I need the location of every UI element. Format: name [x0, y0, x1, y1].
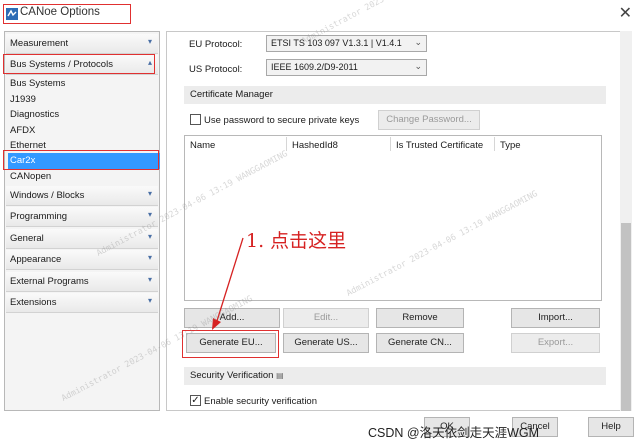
chevron-down-icon: ▾ [147, 253, 152, 262]
chevron-down-icon: ▾ [147, 232, 152, 241]
column-header-is-trusted[interactable]: Is Trusted Certificate [396, 140, 483, 151]
nav-category-label: Programming [10, 211, 68, 222]
step-annotation: 1. 点击这里 [246, 230, 347, 252]
use-password-checkbox[interactable] [190, 114, 201, 125]
column-header-type[interactable]: Type [500, 140, 521, 151]
import-button[interactable]: Import... [511, 308, 600, 328]
generate-cn-button[interactable]: Generate CN... [376, 333, 464, 353]
nav-category-windows-blocks[interactable]: Windows / Blocks ▾ [6, 186, 158, 206]
csdn-credit: CSDN @洛天依剑走天涯WGM [368, 426, 540, 440]
bus-systems-highlight-box [3, 54, 155, 74]
nav-item-bus-systems[interactable]: Bus Systems [10, 78, 65, 89]
eu-protocol-value: ETSI TS 103 097 V1.3.1 | V1.4.1 [271, 38, 402, 48]
security-verification-header: Security Verification ▤ [184, 367, 606, 385]
nav-category-programming[interactable]: Programming ▾ [6, 207, 158, 227]
nav-item-j1939[interactable]: J1939 [10, 94, 36, 105]
title-highlight-box [3, 4, 131, 24]
chevron-down-icon: ▾ [147, 210, 152, 219]
nav-category-measurement[interactable]: Measurement ▾ [6, 34, 158, 54]
close-icon[interactable]: ✕ [619, 3, 632, 23]
generate-us-button[interactable]: Generate US... [283, 333, 369, 353]
nav-category-label: Measurement [10, 38, 69, 49]
us-protocol-value: IEEE 1609.2/D9-2011 [271, 62, 358, 72]
column-header-name[interactable]: Name [190, 140, 215, 151]
edit-button[interactable]: Edit... [283, 308, 369, 328]
enable-security-checkbox[interactable]: ✓ [190, 395, 201, 406]
nav-category-label: Windows / Blocks [10, 190, 85, 201]
eu-protocol-dropdown[interactable]: ETSI TS 103 097 V1.3.1 | V1.4.1 ⌄ [266, 35, 427, 52]
remove-button[interactable]: Remove [376, 308, 464, 328]
nav-category-label: General [10, 233, 44, 244]
nav-category-label: Extensions [10, 297, 57, 308]
column-divider [390, 137, 391, 151]
nav-category-extensions[interactable]: Extensions ▾ [6, 293, 158, 313]
chevron-down-icon: ▾ [147, 296, 152, 305]
chevron-down-icon: ▾ [147, 275, 152, 284]
column-divider [286, 137, 287, 151]
car2x-highlight-box [3, 150, 159, 170]
us-protocol-label: US Protocol: [189, 64, 243, 75]
help-button[interactable]: Help [588, 417, 634, 437]
chevron-down-icon: ⌄ [414, 37, 422, 47]
us-protocol-dropdown[interactable]: IEEE 1609.2/D9-2011 ⌄ [266, 59, 427, 76]
nav-category-appearance[interactable]: Appearance ▾ [6, 250, 158, 270]
enable-security-label: Enable security verification [204, 396, 317, 407]
change-password-button[interactable]: Change Password... [378, 110, 480, 130]
column-divider [494, 137, 495, 151]
nav-item-canopen[interactable]: CANopen [10, 171, 51, 182]
info-icon: ▤ [276, 371, 284, 380]
use-password-label: Use password to secure private keys [204, 115, 360, 126]
nav-category-label: Appearance [10, 254, 62, 265]
scrollbar-thumb[interactable] [621, 223, 631, 411]
export-button[interactable]: Export... [511, 333, 600, 353]
nav-category-label: External Programs [10, 276, 89, 287]
chevron-down-icon: ▾ [147, 189, 152, 198]
generate-eu-highlight-box [182, 330, 279, 358]
eu-protocol-label: EU Protocol: [189, 39, 243, 50]
nav-item-diagnostics[interactable]: Diagnostics [10, 109, 59, 120]
certificate-manager-header: Certificate Manager [184, 86, 606, 104]
nav-item-afdx[interactable]: AFDX [10, 125, 35, 136]
chevron-down-icon: ▾ [147, 37, 152, 46]
nav-category-external-programs[interactable]: External Programs ▾ [6, 272, 158, 292]
chevron-down-icon: ⌄ [414, 61, 422, 71]
security-verification-title: Security Verification [190, 370, 274, 381]
column-header-hashedid8[interactable]: HashedId8 [292, 140, 338, 151]
